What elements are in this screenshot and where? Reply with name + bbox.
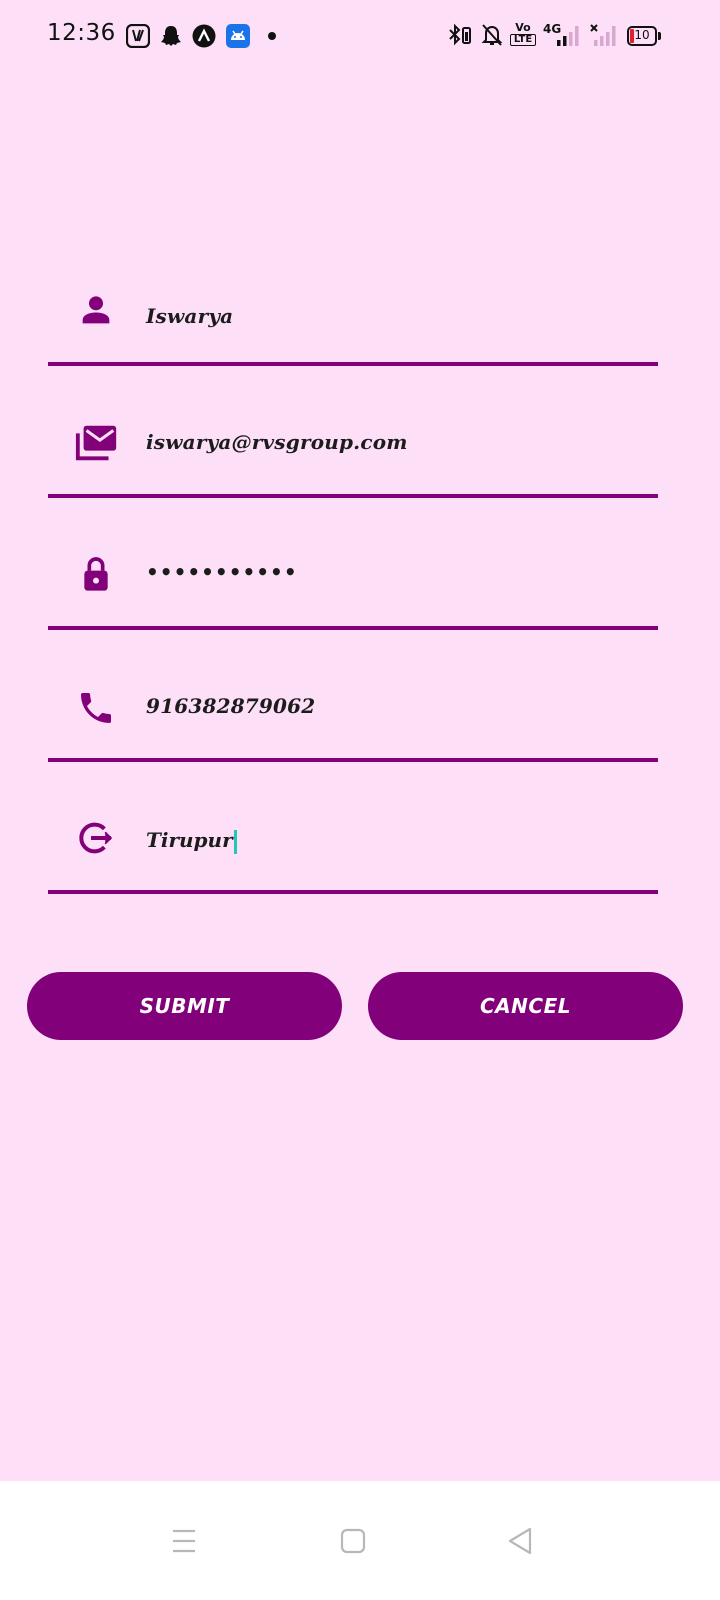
- phone-field-row: 916382879062: [48, 630, 658, 762]
- back-icon[interactable]: [500, 1521, 540, 1561]
- battery-icon: 10: [627, 26, 661, 46]
- phone-icon: [81, 693, 111, 723]
- email-field-row: iswarya@rvsgroup.com: [48, 366, 658, 498]
- signal-4g-icon: 4G: [543, 22, 583, 48]
- navigation-bar: [0, 1481, 720, 1600]
- mail-icon: [75, 425, 117, 461]
- phone-input[interactable]: 916382879062: [146, 686, 648, 726]
- cancel-button[interactable]: CANCEL: [368, 972, 683, 1040]
- city-underline: [48, 890, 658, 894]
- signal-no-service-icon: [590, 24, 616, 46]
- name-input[interactable]: Iswarya: [146, 296, 648, 336]
- home-icon[interactable]: [333, 1521, 373, 1561]
- battery-level: 10: [634, 28, 650, 42]
- name-field-row: Iswarya: [48, 234, 658, 366]
- status-bar: 12:36 Vo LTE 4G 10: [0, 0, 720, 72]
- submit-button[interactable]: SUBMIT: [27, 972, 342, 1040]
- lock-icon: [84, 557, 108, 591]
- silent-bell-icon: [481, 24, 503, 46]
- volte-label-top: Vo: [515, 21, 531, 34]
- menu-icon[interactable]: [164, 1521, 204, 1561]
- person-icon: [82, 296, 110, 324]
- city-input[interactable]: Tirupur: [146, 820, 237, 860]
- volte-icon: Vo LTE: [510, 22, 536, 50]
- volte-label-bottom: LTE: [510, 34, 536, 46]
- city-input-value: Tirupur: [146, 828, 233, 852]
- signal-bars-icon: [557, 26, 579, 46]
- text-cursor: [233, 829, 237, 854]
- bluetooth-icon: [449, 23, 471, 46]
- logout-icon: [79, 822, 113, 854]
- system-icons: Vo LTE 4G 10: [0, 22, 720, 50]
- email-input[interactable]: iswarya@rvsgroup.com: [146, 422, 648, 462]
- password-input[interactable]: •••••••••••: [146, 552, 648, 592]
- password-field-row: •••••••••••: [48, 498, 658, 630]
- city-field-row: Tirupur: [48, 762, 658, 894]
